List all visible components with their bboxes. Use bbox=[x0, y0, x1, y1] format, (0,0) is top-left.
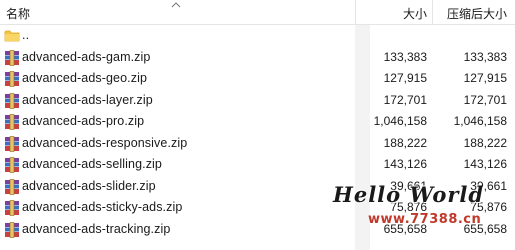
file-name: advanced-ads-pro.zip bbox=[22, 114, 145, 128]
folder-icon bbox=[4, 30, 20, 42]
file-row[interactable]: advanced-ads-pro.zip 1,046,158 1,046,158 bbox=[0, 111, 515, 133]
file-name: advanced-ads-layer.zip bbox=[22, 92, 153, 107]
winrar-archive-icon bbox=[5, 92, 19, 109]
file-size: 188,222 bbox=[383, 135, 427, 150]
file-packed-size: 143,126 bbox=[463, 157, 507, 171]
file-size: 133,383 bbox=[383, 49, 427, 64]
file-size: 1,046,158 bbox=[373, 114, 427, 128]
winrar-archive-icon bbox=[5, 178, 19, 195]
file-name: advanced-ads-tracking.zip bbox=[22, 221, 171, 236]
column-header-size[interactable]: 大小 bbox=[403, 5, 427, 22]
file-size: 172,701 bbox=[383, 92, 427, 107]
parent-folder-row[interactable]: .. bbox=[0, 25, 515, 47]
winrar-archive-icon bbox=[5, 221, 19, 238]
file-packed-size: 188,222 bbox=[463, 135, 507, 150]
file-packed-size: 127,915 bbox=[463, 71, 507, 85]
file-name: advanced-ads-geo.zip bbox=[22, 71, 147, 85]
file-row[interactable]: advanced-ads-gam.zip 133,383 133,383 bbox=[0, 47, 515, 69]
column-separator[interactable] bbox=[432, 0, 433, 24]
watermark-title: Hello World bbox=[333, 182, 485, 207]
watermark-url: www.77388.cn bbox=[368, 212, 482, 227]
column-separator[interactable] bbox=[355, 0, 356, 24]
file-row[interactable]: advanced-ads-responsive.zip 188,222 188,… bbox=[0, 133, 515, 155]
file-row[interactable]: advanced-ads-selling.zip 143,126 143,126 bbox=[0, 154, 515, 176]
winrar-archive-icon bbox=[5, 49, 19, 66]
winrar-archive-icon bbox=[5, 114, 19, 130]
file-packed-size: 133,383 bbox=[463, 49, 507, 64]
file-packed-size: 1,046,158 bbox=[453, 114, 507, 128]
file-size: 143,126 bbox=[383, 157, 427, 171]
parent-folder-label: .. bbox=[22, 28, 30, 42]
column-header-name[interactable]: 名称 bbox=[6, 5, 30, 22]
file-name: advanced-ads-sticky-ads.zip bbox=[22, 200, 183, 214]
archive-file-list: 名称 大小 压缩后大小 .. advanced-ads-gam.zip 133,… bbox=[0, 0, 515, 250]
column-header-bar: 名称 大小 压缩后大小 bbox=[0, 0, 515, 25]
winrar-archive-icon bbox=[5, 200, 19, 216]
winrar-archive-icon bbox=[5, 135, 19, 152]
file-packed-size: 172,701 bbox=[463, 92, 507, 107]
file-size: 127,915 bbox=[383, 71, 427, 85]
sort-ascending-icon bbox=[171, 2, 181, 8]
file-name: advanced-ads-responsive.zip bbox=[22, 135, 188, 150]
column-header-packed-size[interactable]: 压缩后大小 bbox=[447, 5, 507, 22]
file-row[interactable]: advanced-ads-layer.zip 172,701 172,701 bbox=[0, 90, 515, 112]
file-name: advanced-ads-gam.zip bbox=[22, 49, 151, 64]
winrar-archive-icon bbox=[5, 157, 19, 173]
watermark-overlay: Hello World www.77388.cn bbox=[333, 182, 513, 232]
file-row[interactable]: advanced-ads-geo.zip 127,915 127,915 bbox=[0, 68, 515, 90]
winrar-archive-icon bbox=[5, 71, 19, 87]
file-name: advanced-ads-selling.zip bbox=[22, 157, 162, 171]
file-name: advanced-ads-slider.zip bbox=[22, 178, 156, 193]
